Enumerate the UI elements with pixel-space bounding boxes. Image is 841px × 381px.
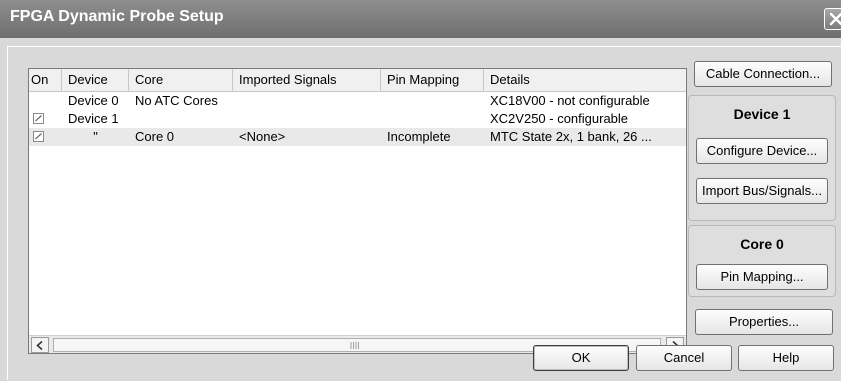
column-header-device[interactable]: Device [62, 69, 129, 91]
cancel-button[interactable]: Cancel [636, 345, 732, 371]
details-cell: XC18V00 - not configurable [490, 93, 650, 108]
device-cell: Device 1 [68, 111, 119, 126]
configure-device-label: Configure Device... [706, 143, 818, 158]
imported-signals-cell [233, 110, 381, 128]
ok-label: OK [571, 350, 591, 365]
import-bus-signals-button[interactable]: Import Bus/Signals... [696, 178, 828, 204]
properties-button[interactable]: Properties... [695, 309, 833, 335]
column-header-pin-mapping[interactable]: Pin Mapping [381, 69, 484, 91]
core-group: Core 0 Pin Mapping... [688, 225, 836, 297]
pin-mapping-label: Pin Mapping... [720, 269, 804, 284]
close-button[interactable] [824, 8, 841, 30]
device-group: Device 1 Configure Device... Import Bus/… [688, 95, 836, 221]
help-label: Help [772, 350, 800, 365]
checkmark-icon [35, 115, 42, 122]
details-cell: XC2V250 - configurable [490, 111, 629, 126]
device-group-title: Device 1 [733, 106, 791, 122]
column-header-on[interactable]: On [29, 69, 62, 91]
device-cell: Device 0 [68, 93, 119, 108]
properties-label: Properties... [728, 314, 800, 329]
column-header-imported-signals[interactable]: Imported Signals [233, 69, 381, 91]
details-cell: MTC State 2x, 1 bank, 26 ... [490, 129, 652, 144]
core-group-title: Core 0 [740, 236, 784, 252]
table-row[interactable]: Device 1 XC2V250 - configurable [29, 110, 686, 128]
column-header-core[interactable]: Core [129, 69, 233, 91]
core-cell [129, 110, 233, 128]
row-enable-checkbox[interactable] [33, 113, 44, 124]
cable-connection-label: Cable Connection... [705, 66, 821, 81]
fpga-dynamic-probe-setup-dialog: FPGA Dynamic Probe Setup On Device Core … [0, 0, 841, 381]
configure-device-button[interactable]: Configure Device... [696, 138, 828, 164]
pin-mapping-cell [381, 110, 484, 128]
client-frame: On Device Core Imported Signals Pin Mapp… [7, 46, 841, 380]
imported-signals-cell [233, 92, 381, 110]
import-bus-signals-label: Import Bus/Signals... [702, 183, 822, 198]
arrow-left-icon [36, 341, 43, 350]
cancel-label: Cancel [663, 350, 705, 365]
close-icon [829, 12, 841, 26]
imported-signals-cell: <None> [239, 129, 286, 144]
window-title: FPGA Dynamic Probe Setup [10, 8, 224, 25]
pin-mapping-cell: Incomplete [387, 129, 451, 144]
checkmark-icon [35, 133, 42, 140]
column-header-details[interactable]: Details [484, 69, 686, 91]
table-row[interactable]: Device 0 No ATC Cores XC18V00 - not conf… [29, 92, 686, 110]
cable-connection-button[interactable]: Cable Connection... [694, 61, 832, 87]
dialog-body: On Device Core Imported Signals Pin Mapp… [0, 38, 841, 381]
row-enable-checkbox[interactable] [33, 131, 44, 142]
core-cell: Core 0 [135, 129, 175, 144]
scroll-left-button[interactable] [31, 337, 49, 353]
table-row[interactable]: " Core 0 <None> Incomplete MTC State 2x,… [29, 128, 686, 146]
core-cell: No ATC Cores [135, 93, 218, 108]
device-core-list[interactable]: On Device Core Imported Signals Pin Mapp… [28, 68, 687, 354]
pin-mapping-cell [381, 92, 484, 110]
pin-mapping-button[interactable]: Pin Mapping... [696, 264, 828, 290]
help-button[interactable]: Help [738, 345, 834, 371]
title-bar: FPGA Dynamic Probe Setup [0, 0, 841, 39]
ok-button[interactable]: OK [533, 345, 629, 371]
list-header: On Device Core Imported Signals Pin Mapp… [29, 69, 686, 92]
device-cell: " [93, 129, 98, 144]
grip-icon [350, 342, 359, 349]
